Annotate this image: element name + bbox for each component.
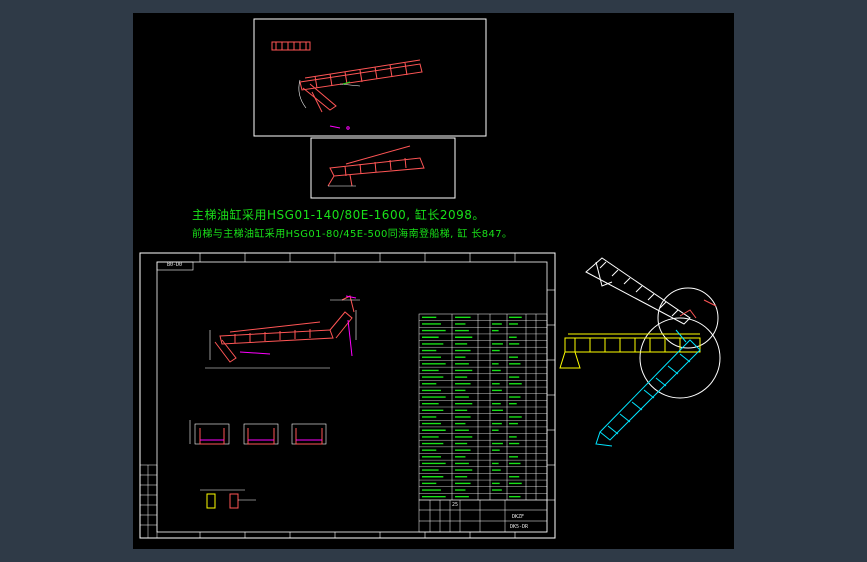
cad-drawing [139,18,721,539]
bom-rows [419,320,547,494]
title-block-mark: 25 [452,502,459,508]
detail-view [310,137,456,199]
top-view [253,18,487,137]
zone-label: B0-D0 [167,262,183,268]
section-views [189,420,327,445]
side-assembly [559,257,721,447]
title-block-code: DKZF [512,514,525,520]
title-block-number: DK5-DR [510,524,529,530]
detail-bottom [200,489,256,509]
main-sheet [139,252,556,539]
